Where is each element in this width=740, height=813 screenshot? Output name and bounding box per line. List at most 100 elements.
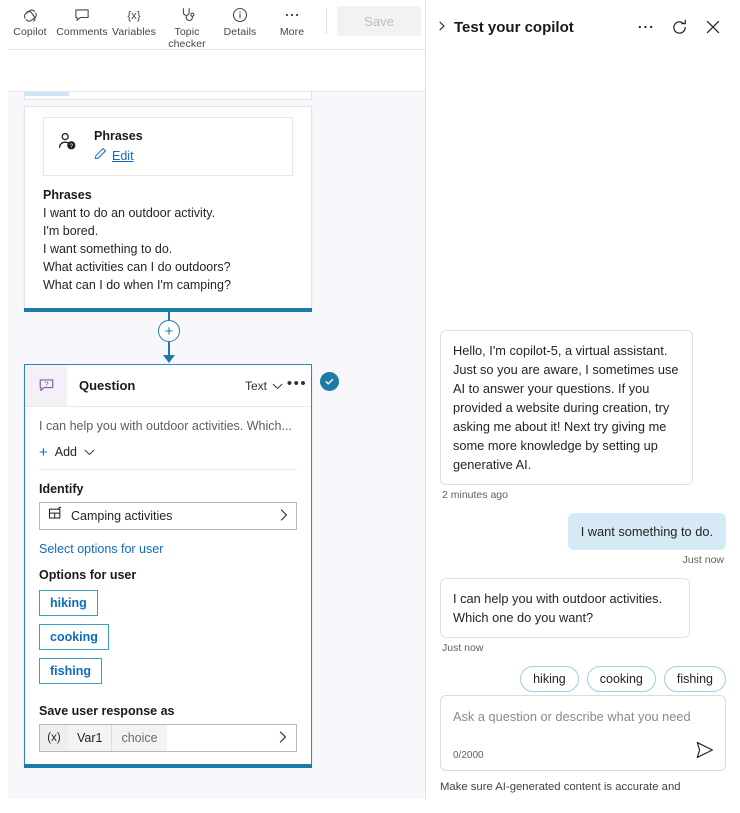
trigger-card[interactable]: ? Phrases Edit <box>43 117 293 176</box>
options-for-user-label: Options for user <box>39 568 137 582</box>
suggested-action-chip[interactable]: fishing <box>663 666 726 692</box>
transcript-spacer <box>440 54 726 330</box>
command-label: More <box>279 26 305 38</box>
option-chip[interactable]: fishing <box>39 658 102 684</box>
command-label: Variables <box>112 26 156 38</box>
option-chip[interactable]: hiking <box>39 590 98 616</box>
command-comments[interactable]: Comments <box>56 0 108 38</box>
variable-token-icon: (x) <box>40 725 68 751</box>
question-node-title: Question <box>79 378 136 393</box>
phrase-item: I want something to do. <box>43 242 173 256</box>
question-node-header: ? Question Text ••• <box>25 365 311 407</box>
message-timestamp: 2 minutes ago <box>442 489 508 501</box>
close-icon[interactable] <box>700 14 726 40</box>
question-node-more-button[interactable]: ••• <box>283 375 311 397</box>
save-response-label: Save user response as <box>39 704 175 718</box>
stethoscope-icon <box>178 5 196 25</box>
node-accent-bar <box>24 764 312 768</box>
command-variables[interactable]: {x} Variables <box>108 0 160 38</box>
pencil-icon <box>94 147 107 165</box>
test-panel-title: Test your copilot <box>454 18 574 36</box>
message-timestamp: Just now <box>682 554 724 566</box>
message-row-bot: Hello, I'm copilot-5, a virtual assistan… <box>440 330 726 485</box>
response-type-value: Text <box>244 378 267 393</box>
copilot-icon <box>21 5 40 25</box>
character-counter: 0/2000 <box>453 750 484 761</box>
topic-subheader <box>0 50 425 92</box>
test-copilot-panel: Test your copilot Hello, I'm copilot-5, … <box>425 0 740 813</box>
chat-input-box[interactable]: Ask a question or describe what you need… <box>440 695 726 771</box>
message-row-bot: I can help you with outdoor activities. … <box>440 578 726 638</box>
phrases-heading: Phrases <box>43 188 92 202</box>
save-button[interactable]: Save <box>337 6 421 36</box>
svg-text:{x}: {x} <box>127 10 140 22</box>
suggested-actions: hiking cooking fishing <box>440 666 726 692</box>
topic-canvas[interactable]: ? Phrases Edit Phrases I want to do an o… <box>0 92 425 813</box>
bot-message-bubble: I can help you with outdoor activities. … <box>440 578 690 638</box>
suggested-action-chip[interactable]: hiking <box>520 666 579 692</box>
question-icon: ? <box>25 365 67 406</box>
test-panel-more-button[interactable] <box>632 14 658 40</box>
trigger-node-phrases[interactable]: ? Phrases Edit Phrases I want to do an o… <box>24 106 312 312</box>
connector-arrow <box>163 355 175 363</box>
add-message-button[interactable]: + Add <box>39 443 297 470</box>
authoring-pane: Copilot Comments {x} Variables Topic che… <box>0 0 425 813</box>
trigger-phrases-list: Phrases I want to do an outdoor activity… <box>25 176 311 308</box>
question-prompt-text[interactable]: I can help you with outdoor activities. … <box>39 417 297 435</box>
suggested-action-chip[interactable]: cooking <box>586 666 656 692</box>
chat-input-placeholder: Ask a question or describe what you need <box>453 709 691 724</box>
command-bar: Copilot Comments {x} Variables Topic che… <box>0 0 425 50</box>
response-type-dropdown[interactable]: Text <box>245 379 283 393</box>
add-node-button[interactable]: + <box>158 320 180 342</box>
option-chip[interactable]: cooking <box>39 624 109 650</box>
ellipsis-icon <box>282 5 302 25</box>
command-details[interactable]: Details <box>214 0 266 38</box>
phrase-item: What activities can I do outdoors? <box>43 260 231 274</box>
svg-text:?: ? <box>44 379 48 388</box>
plus-icon: + <box>39 443 48 461</box>
trigger-title: Phrases <box>94 129 143 143</box>
chevron-right-icon <box>280 508 288 524</box>
command-label: Comments <box>56 26 108 38</box>
see-terms-link[interactable]: See terms <box>569 798 620 810</box>
previous-node-clipped <box>24 92 312 100</box>
person-question-icon: ? <box>56 128 82 159</box>
entity-icon <box>48 506 63 526</box>
message-timestamp: Just now <box>442 642 484 654</box>
comment-icon <box>73 5 91 25</box>
disclaimer-text: Make sure AI-generated content is accura… <box>440 781 681 810</box>
command-label: Details <box>223 26 257 38</box>
identify-value: Camping activities <box>71 509 173 523</box>
add-label: Add <box>54 445 78 459</box>
trigger-edit-row[interactable]: Edit <box>94 147 280 165</box>
trigger-edit-link[interactable]: Edit <box>112 149 134 163</box>
toolbar-divider <box>326 8 327 34</box>
command-topic-checker[interactable]: Topic checker <box>160 0 214 50</box>
collapse-caret-icon[interactable] <box>438 21 446 33</box>
command-label: Copilot <box>13 26 47 38</box>
phrase-item: What can I do when I'm camping? <box>43 278 231 292</box>
ai-disclaimer: Make sure AI-generated content is accura… <box>440 779 726 813</box>
user-message-bubble: I want something to do. <box>567 513 726 550</box>
command-copilot[interactable]: Copilot <box>4 0 56 38</box>
test-panel-header: Test your copilot <box>426 0 740 54</box>
bot-message-bubble: Hello, I'm copilot-5, a virtual assistan… <box>440 330 693 485</box>
variables-icon: {x} <box>124 5 144 25</box>
command-label: Topic checker <box>168 26 206 50</box>
message-row-user: I want something to do. <box>440 513 726 550</box>
command-more[interactable]: More <box>266 0 318 38</box>
variable-name: Var1 <box>68 725 113 751</box>
send-icon[interactable] <box>695 741 715 764</box>
chevron-down-icon <box>84 443 95 461</box>
info-icon <box>231 5 249 25</box>
chevron-right-icon <box>279 730 296 746</box>
save-response-variable-field[interactable]: (x) Var1 choice <box>39 724 297 752</box>
chat-transcript[interactable]: Hello, I'm copilot-5, a virtual assistan… <box>426 54 740 695</box>
question-node[interactable]: ? Question Text ••• I can help you with … <box>24 364 312 768</box>
select-options-link[interactable]: Select options for user <box>39 542 297 556</box>
refresh-icon[interactable] <box>666 14 692 40</box>
node-tab-highlight <box>25 92 69 96</box>
phrase-item: I'm bored. <box>43 224 99 238</box>
identify-picker[interactable]: Camping activities <box>39 502 297 530</box>
variable-type: choice <box>112 725 167 751</box>
